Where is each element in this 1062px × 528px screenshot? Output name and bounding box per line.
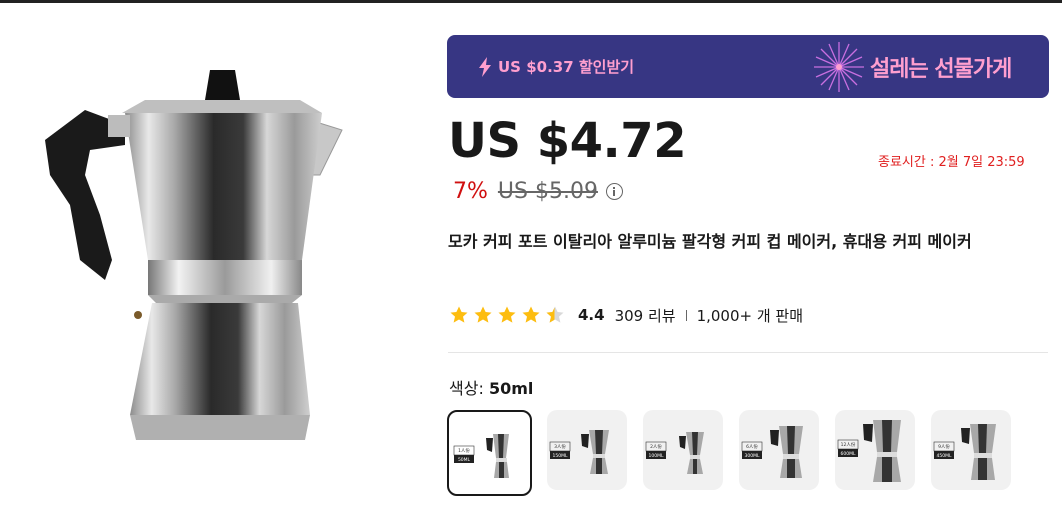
current-price: US $4.72 (448, 113, 687, 169)
color-label-prefix: 색상: (449, 379, 484, 398)
swatch-badge: 6人份 (746, 443, 758, 450)
swatch-size: 600ML (841, 451, 856, 457)
star-icon (498, 306, 516, 323)
promo-banner[interactable]: US $0.37 할인받기 설레는 선물가게 (447, 35, 1049, 98)
sale-end-time: 종료시간 : 2월 7일 23:59 (878, 155, 1025, 170)
lightning-icon (479, 57, 491, 77)
rating-row[interactable]: 4.4 309 리뷰 1,000+ 개 판매 (449, 303, 803, 327)
fireworks-icon (814, 42, 864, 92)
color-option-300ml[interactable]: 6人份 300ML (739, 410, 819, 490)
sold-count: 1,000+ 개 판매 (696, 306, 804, 325)
banner-discount-text: US $0.37 할인받기 (498, 58, 635, 76)
color-option-450ml[interactable]: 9人份 450ML (931, 410, 1011, 490)
review-count[interactable]: 309 리뷰 (615, 305, 676, 326)
product-main-image[interactable] (30, 55, 360, 455)
swatch-badge: 12人份 (841, 441, 856, 448)
moka-pot-image (45, 70, 343, 440)
separator (685, 309, 687, 321)
swatch-thumbnail: 6人份 300ML (741, 426, 803, 478)
discount-percent: 7% (453, 178, 488, 204)
swatch-size: 450ML (937, 453, 952, 459)
divider (448, 352, 1048, 353)
discount-row: 7% US $5.09 (453, 176, 623, 206)
swatch-badge: 2人份 (650, 443, 662, 450)
original-price: US $5.09 (497, 178, 598, 204)
swatch-badge: 9人份 (938, 443, 950, 450)
star-icon (522, 306, 540, 323)
swatch-size: 300ML (745, 453, 760, 459)
swatch-thumbnail: 12人份 600ML (837, 420, 901, 482)
swatch-thumbnail: 3人份 150ML (549, 430, 609, 474)
banner-brand-text: 설레는 선물가게 (870, 57, 1012, 82)
swatch-size: 150ML (553, 453, 568, 459)
star-rating (449, 305, 565, 325)
swatch-badge: 1人份 (458, 447, 470, 454)
color-label: 색상: 50ml (449, 375, 533, 399)
swatch-thumbnail: 2人份 100ML (645, 432, 704, 474)
product-title: 모카 커피 포트 이탈리아 알루미늄 팔각형 커피 컵 메이커, 휴대용 커피 … (448, 232, 972, 251)
swatch-badge: 3人份 (554, 443, 566, 450)
swatch-thumbnail: 9人份 450ML (933, 424, 996, 480)
color-options: 1人份 50ML 3人份 150ML 2人份 100ML 6人份 300ML 1… (447, 410, 1011, 496)
rating-value: 4.4 (578, 306, 605, 324)
color-option-50ml[interactable]: 1人份 50ML (447, 410, 532, 496)
swatch-size: 50ML (458, 457, 471, 463)
top-border (0, 0, 1062, 3)
half-star-icon (546, 306, 564, 323)
swatch-thumbnail: 1人份 50ML (453, 434, 509, 478)
color-option-150ml[interactable]: 3人份 150ML (547, 410, 627, 490)
swatch-size: 100ML (649, 453, 664, 459)
info-icon[interactable] (605, 182, 623, 200)
color-option-100ml[interactable]: 2人份 100ML (643, 410, 723, 490)
star-icon (450, 306, 468, 323)
color-option-600ml[interactable]: 12人份 600ML (835, 410, 915, 490)
color-selected-value: 50ml (488, 379, 534, 398)
star-icon (474, 306, 492, 323)
